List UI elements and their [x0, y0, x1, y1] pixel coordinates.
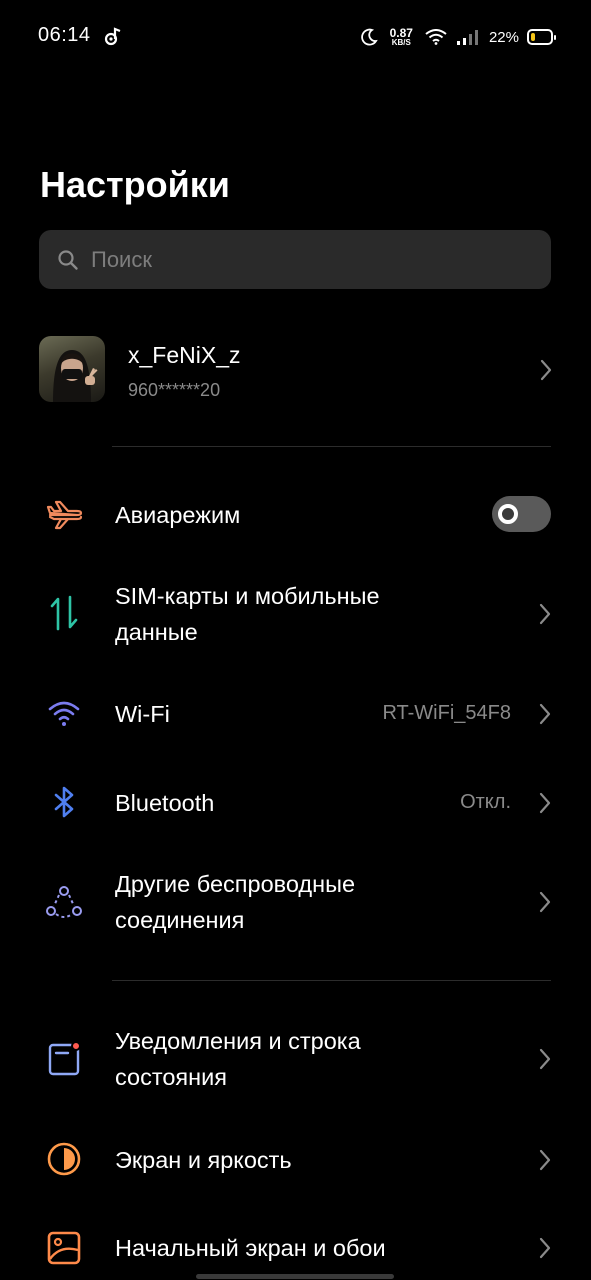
search-icon	[58, 249, 78, 270]
sim-data-label: SIM-карты и мобильные данные	[115, 583, 380, 645]
other-connections-row[interactable]: Другие беспроводные соединения	[0, 862, 591, 942]
chevron-right-icon	[539, 703, 551, 725]
moon-icon	[360, 28, 378, 46]
wallpaper-icon	[47, 1231, 81, 1265]
chevron-right-icon	[539, 891, 551, 913]
airplane-mode-label: Авиарежим	[115, 502, 241, 528]
bluetooth-label: Bluetooth	[115, 790, 215, 816]
sim-data-row[interactable]: SIM-карты и мобильные данные	[0, 574, 591, 654]
bluetooth-status-value: Откл.	[460, 791, 511, 813]
airplane-mode-toggle[interactable]	[492, 496, 551, 532]
home-indicator[interactable]	[196, 1274, 394, 1279]
bluetooth-icon	[54, 786, 74, 818]
status-indicators: 0.87 KB/S 22%	[360, 24, 556, 50]
search-placeholder: Поиск	[91, 246, 152, 272]
sim-data-icon	[50, 595, 78, 631]
connections-icon	[46, 886, 82, 918]
display-brightness-row[interactable]: Экран и яркость	[0, 1122, 591, 1198]
signal-icon	[456, 30, 478, 45]
home-wallpaper-row[interactable]: Начальный экран и обои	[0, 1212, 591, 1280]
chevron-right-icon	[539, 1237, 551, 1259]
search-input[interactable]: Поиск	[39, 230, 551, 289]
chevron-right-icon	[540, 359, 552, 381]
wifi-status-icon	[425, 29, 447, 45]
status-time: 06:14	[38, 24, 91, 46]
notifications-icon	[48, 1041, 81, 1076]
net-speed: 0.87 KB/S	[390, 27, 413, 47]
display-brightness-icon	[47, 1142, 81, 1176]
battery-icon	[527, 29, 556, 45]
avatar	[39, 336, 105, 402]
chevron-right-icon	[539, 603, 551, 625]
net-speed-unit: KB/S	[391, 38, 411, 47]
home-wallpaper-label: Начальный экран и обои	[115, 1235, 386, 1261]
chevron-right-icon	[539, 1149, 551, 1171]
display-brightness-label: Экран и яркость	[115, 1147, 292, 1173]
battery-percent: 22%	[488, 28, 519, 46]
wifi-row[interactable]: Wi-Fi RT-WiFi_54F8	[0, 676, 591, 752]
account-name: x_FeNiX_z	[128, 342, 241, 368]
divider	[112, 446, 551, 447]
account-phone: 960******20	[128, 380, 221, 400]
chevron-right-icon	[539, 792, 551, 814]
page-title: Настройки	[40, 164, 230, 205]
wifi-network-value: RT-WiFi_54F8	[382, 702, 511, 724]
airplane-mode-row[interactable]: Авиарежим	[0, 478, 591, 552]
account-row[interactable]: x_FeNiX_z 960******20	[39, 336, 552, 404]
notifications-label: Уведомления и строка состояния	[115, 1028, 361, 1090]
bluetooth-row[interactable]: Bluetooth Откл.	[0, 766, 591, 842]
airplane-icon	[46, 500, 83, 530]
status-bar: 06:14 0.87 KB/S 22%	[0, 0, 591, 72]
chevron-right-icon	[539, 1048, 551, 1070]
wifi-label: Wi-Fi	[115, 701, 170, 727]
divider	[112, 980, 551, 981]
other-connections-label: Другие беспроводные соединения	[115, 871, 356, 933]
music-note-icon	[104, 27, 121, 46]
wifi-icon	[48, 701, 80, 726]
notifications-row[interactable]: Уведомления и строка состояния	[0, 1019, 591, 1099]
